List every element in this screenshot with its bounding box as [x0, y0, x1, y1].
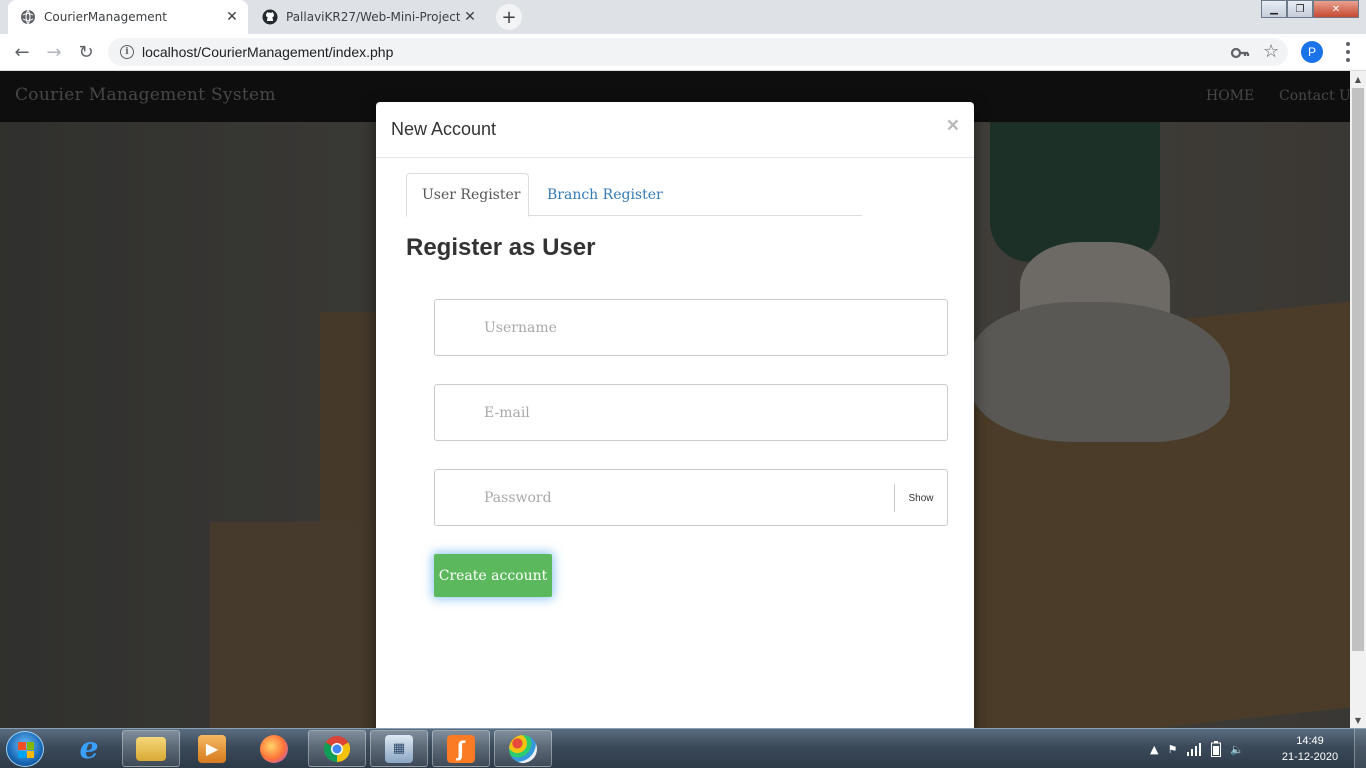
browser-tab-github[interactable]: PallaviKR27/Web-Mini-Project ✕: [250, 0, 486, 34]
show-hidden-icons-icon[interactable]: ▲: [1150, 743, 1158, 756]
key-icon[interactable]: [1230, 43, 1250, 63]
page-scrollbar[interactable]: ▲ ▼: [1350, 71, 1366, 728]
globe-icon: [21, 9, 35, 25]
scroll-up-arrow-icon[interactable]: ▲: [1350, 71, 1366, 87]
volume-icon[interactable]: 🔈: [1230, 743, 1244, 756]
form-heading: Register as User: [406, 234, 596, 261]
taskbar-media-player[interactable]: ▶: [183, 730, 241, 767]
taskbar-remote-desktop[interactable]: ▦: [370, 730, 428, 767]
clock-date: 21-12-2020: [1281, 751, 1339, 763]
clock-time: 14:49: [1296, 735, 1324, 747]
site-info-icon[interactable]: i: [120, 45, 134, 59]
page-viewport: Courier Management System HOME Contact U…: [0, 71, 1350, 728]
scrollbar-thumb[interactable]: [1352, 88, 1364, 651]
taskbar-firefox[interactable]: [245, 730, 303, 767]
windows-logo-icon: [18, 742, 34, 758]
email-input[interactable]: [484, 399, 884, 427]
taskbar-paint[interactable]: [494, 730, 552, 767]
url-text[interactable]: localhost/CourierManagement/index.php: [142, 44, 393, 60]
close-icon[interactable]: ×: [947, 114, 959, 138]
username-field: [434, 299, 948, 356]
taskbar-chrome[interactable]: [308, 730, 366, 767]
back-arrow-icon[interactable]: ←: [10, 40, 34, 64]
tab-user-register[interactable]: User Register: [406, 173, 529, 217]
restore-window-button[interactable]: ❐: [1287, 0, 1313, 18]
taskbar-xampp[interactable]: ʃ: [432, 730, 490, 767]
username-input[interactable]: [484, 314, 884, 342]
password-input[interactable]: [484, 484, 864, 512]
tab-title: PallaviKR27/Web-Mini-Project: [286, 10, 460, 24]
browser-toolbar: ← → ↻ i localhost/CourierManagement/inde…: [0, 34, 1366, 71]
email-field: [434, 384, 948, 441]
folder-icon: [136, 736, 166, 761]
show-password-toggle[interactable]: Show: [894, 484, 947, 512]
github-icon: [262, 9, 278, 25]
media-player-icon: ▶: [198, 734, 226, 763]
close-window-button[interactable]: ✕: [1313, 0, 1359, 18]
tab-branch-register[interactable]: Branch Register: [532, 173, 678, 216]
password-field: Show: [434, 469, 948, 526]
new-account-modal: New Account × User Register Branch Regis…: [376, 102, 974, 728]
forward-arrow-icon[interactable]: →: [42, 40, 66, 64]
xampp-icon: ʃ: [447, 734, 475, 763]
window-controls: ▁ ❐ ✕: [1261, 0, 1359, 18]
modal-header: New Account ×: [376, 102, 974, 158]
browser-tab-active[interactable]: CourierManagement ✕: [8, 0, 248, 34]
register-tabs: User Register Branch Register: [406, 173, 862, 217]
firefox-icon: [260, 734, 288, 763]
new-tab-button[interactable]: +: [496, 4, 522, 30]
windows-taskbar: e ▶ ▦ ʃ ▲ ⚑ 🔈 14:49 21-12-2020: [0, 728, 1366, 768]
show-desktop-button[interactable]: [1354, 729, 1366, 768]
internet-explorer-icon: e: [79, 731, 99, 766]
battery-icon[interactable]: [1211, 741, 1222, 757]
tab-title: CourierManagement: [44, 10, 167, 24]
action-center-flag-icon[interactable]: ⚑: [1167, 743, 1177, 756]
minimize-window-button[interactable]: ▁: [1261, 0, 1287, 18]
chrome-icon: [323, 735, 351, 762]
paint-palette-icon: [509, 734, 537, 763]
taskbar-clock[interactable]: 14:49 21-12-2020: [1270, 733, 1350, 765]
taskbar-internet-explorer[interactable]: e: [60, 730, 118, 767]
profile-avatar[interactable]: P: [1301, 41, 1323, 63]
taskbar-windows-explorer[interactable]: [122, 730, 180, 767]
scroll-down-arrow-icon[interactable]: ▼: [1350, 712, 1366, 728]
start-button[interactable]: [6, 731, 44, 767]
browser-menu-icon[interactable]: [1346, 42, 1352, 62]
close-tab-icon[interactable]: ✕: [460, 9, 480, 25]
bookmark-star-icon[interactable]: ☆: [1263, 41, 1279, 62]
reload-icon[interactable]: ↻: [74, 40, 98, 64]
browser-tab-strip: CourierManagement ✕ PallaviKR27/Web-Mini…: [0, 0, 1366, 34]
close-tab-icon[interactable]: ✕: [222, 9, 242, 25]
create-account-button[interactable]: Create account: [434, 554, 552, 597]
system-tray: ▲ ⚑ 🔈: [1150, 729, 1244, 768]
remote-desktop-icon: ▦: [385, 734, 413, 763]
network-signal-icon[interactable]: [1186, 742, 1202, 756]
modal-title: New Account: [391, 119, 497, 139]
address-bar[interactable]: i localhost/CourierManagement/index.php: [108, 38, 1288, 66]
